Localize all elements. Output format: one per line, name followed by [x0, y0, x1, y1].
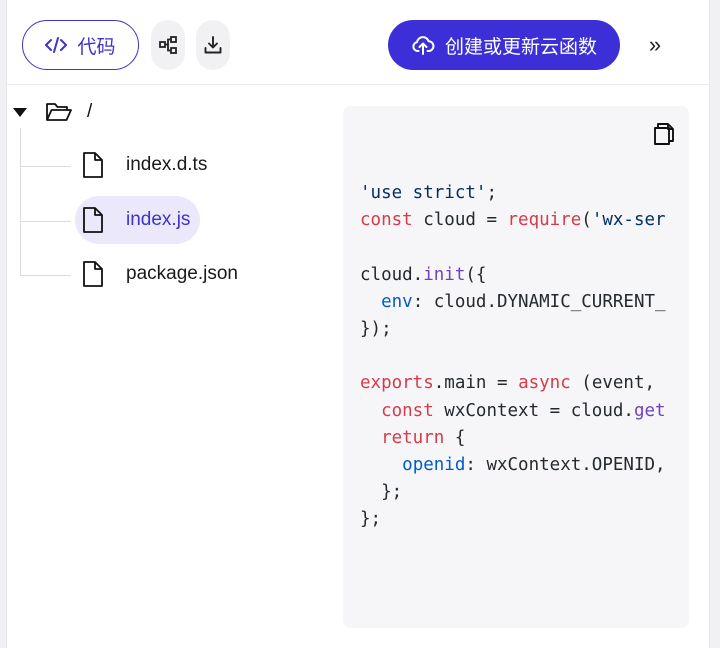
- code-token: (event,: [570, 373, 666, 394]
- code-token: };: [360, 482, 403, 503]
- code-line: env: cloud.DYNAMIC_CURRENT_: [360, 289, 666, 316]
- code-token: exports: [360, 373, 434, 394]
- code-line: cloud.init({: [360, 262, 666, 289]
- code-token: 'use strict': [360, 183, 487, 203]
- code-viewer-panel: 代码 创建或更新云函数 » / index.d.ts index.js pack…: [6, 0, 710, 648]
- tree-root-label: /: [87, 101, 93, 122]
- code-token: {: [444, 427, 466, 448]
- code-line: };: [360, 479, 666, 506]
- code-token: };: [360, 509, 382, 530]
- file-item-index-js[interactable]: index.js: [75, 196, 201, 244]
- file-name: index.js: [126, 209, 191, 230]
- code-line: exports.main = async (event,: [360, 370, 666, 397]
- code-line: };: [360, 506, 666, 533]
- cloud-upload-icon: [412, 36, 435, 55]
- file-item-package-json[interactable]: package.json: [75, 250, 248, 298]
- download-icon: [204, 36, 222, 54]
- code-token: .main =: [433, 373, 519, 394]
- code-line: const cloud = require('wx-ser: [360, 207, 666, 234]
- tree-view-button[interactable]: [151, 20, 185, 70]
- file-item-index-d-ts[interactable]: index.d.ts: [75, 141, 217, 189]
- more-button[interactable]: »: [641, 30, 669, 60]
- file-tree: / index.d.ts index.js package.json: [7, 84, 343, 648]
- toolbar: 代码 创建或更新云函数 »: [7, 0, 709, 85]
- copy-icon: [654, 123, 674, 145]
- file-icon: [83, 261, 103, 287]
- file-icon: [83, 152, 103, 178]
- double-chevron-right-icon: »: [648, 32, 662, 57]
- code-token: const: [360, 210, 413, 231]
- folder-open-icon: [45, 100, 73, 124]
- code-line: });: [360, 316, 666, 343]
- deploy-label: 创建或更新云函数: [444, 36, 597, 58]
- code-panel: 'use strict'; const cloud = require('wx-s…: [343, 106, 689, 628]
- code-token: require: [507, 210, 582, 231]
- code-token: return: [381, 427, 445, 448]
- code-token: });: [360, 318, 392, 339]
- file-name: package.json: [126, 263, 238, 284]
- tree-structure-icon: [159, 36, 177, 54]
- code-token: get: [633, 400, 666, 421]
- code-token: : cloud.DYNAMIC_CURRENT_: [412, 291, 666, 312]
- code-token: openid: [402, 454, 466, 475]
- code-token: cloud =: [412, 210, 508, 231]
- code-token: cloud.: [360, 264, 424, 285]
- code-token: ;: [486, 183, 497, 203]
- code-token: 'wx-ser: [591, 210, 666, 231]
- file-icon: [83, 207, 103, 233]
- caret-down-icon[interactable]: [13, 107, 27, 117]
- deploy-cloud-function-button[interactable]: 创建或更新云函数: [388, 20, 620, 70]
- tree-guide-branch: [21, 166, 71, 167]
- code-block[interactable]: 'use strict'; const cloud = require('wx-s…: [360, 180, 666, 533]
- tree-guide-branch: [21, 221, 71, 222]
- code-token: init: [423, 264, 466, 285]
- copy-button[interactable]: [653, 122, 675, 146]
- file-name: index.d.ts: [126, 154, 208, 175]
- tree-guide-line: [20, 128, 21, 276]
- code-view-button[interactable]: 代码: [22, 20, 139, 70]
- code-view-label: 代码: [77, 36, 116, 58]
- code-line: return {: [360, 425, 666, 452]
- code-token: (: [581, 210, 592, 231]
- code-token: : wxContext.OPENID,: [465, 454, 666, 475]
- code-token: async: [518, 373, 571, 394]
- code-token: const: [381, 400, 434, 421]
- download-button[interactable]: [196, 20, 230, 70]
- tree-guide-branch: [21, 275, 71, 276]
- code-line: const wxContext = cloud.get: [360, 398, 666, 425]
- code-token: env: [381, 291, 413, 312]
- code-line: openid: wxContext.OPENID,: [360, 452, 666, 479]
- code-token: ({: [465, 264, 487, 285]
- tree-root-folder[interactable]: /: [13, 98, 92, 126]
- code-brackets-icon: [45, 37, 68, 53]
- code-token: wxContext = cloud.: [433, 400, 634, 421]
- code-line: 'use strict';: [360, 180, 666, 207]
